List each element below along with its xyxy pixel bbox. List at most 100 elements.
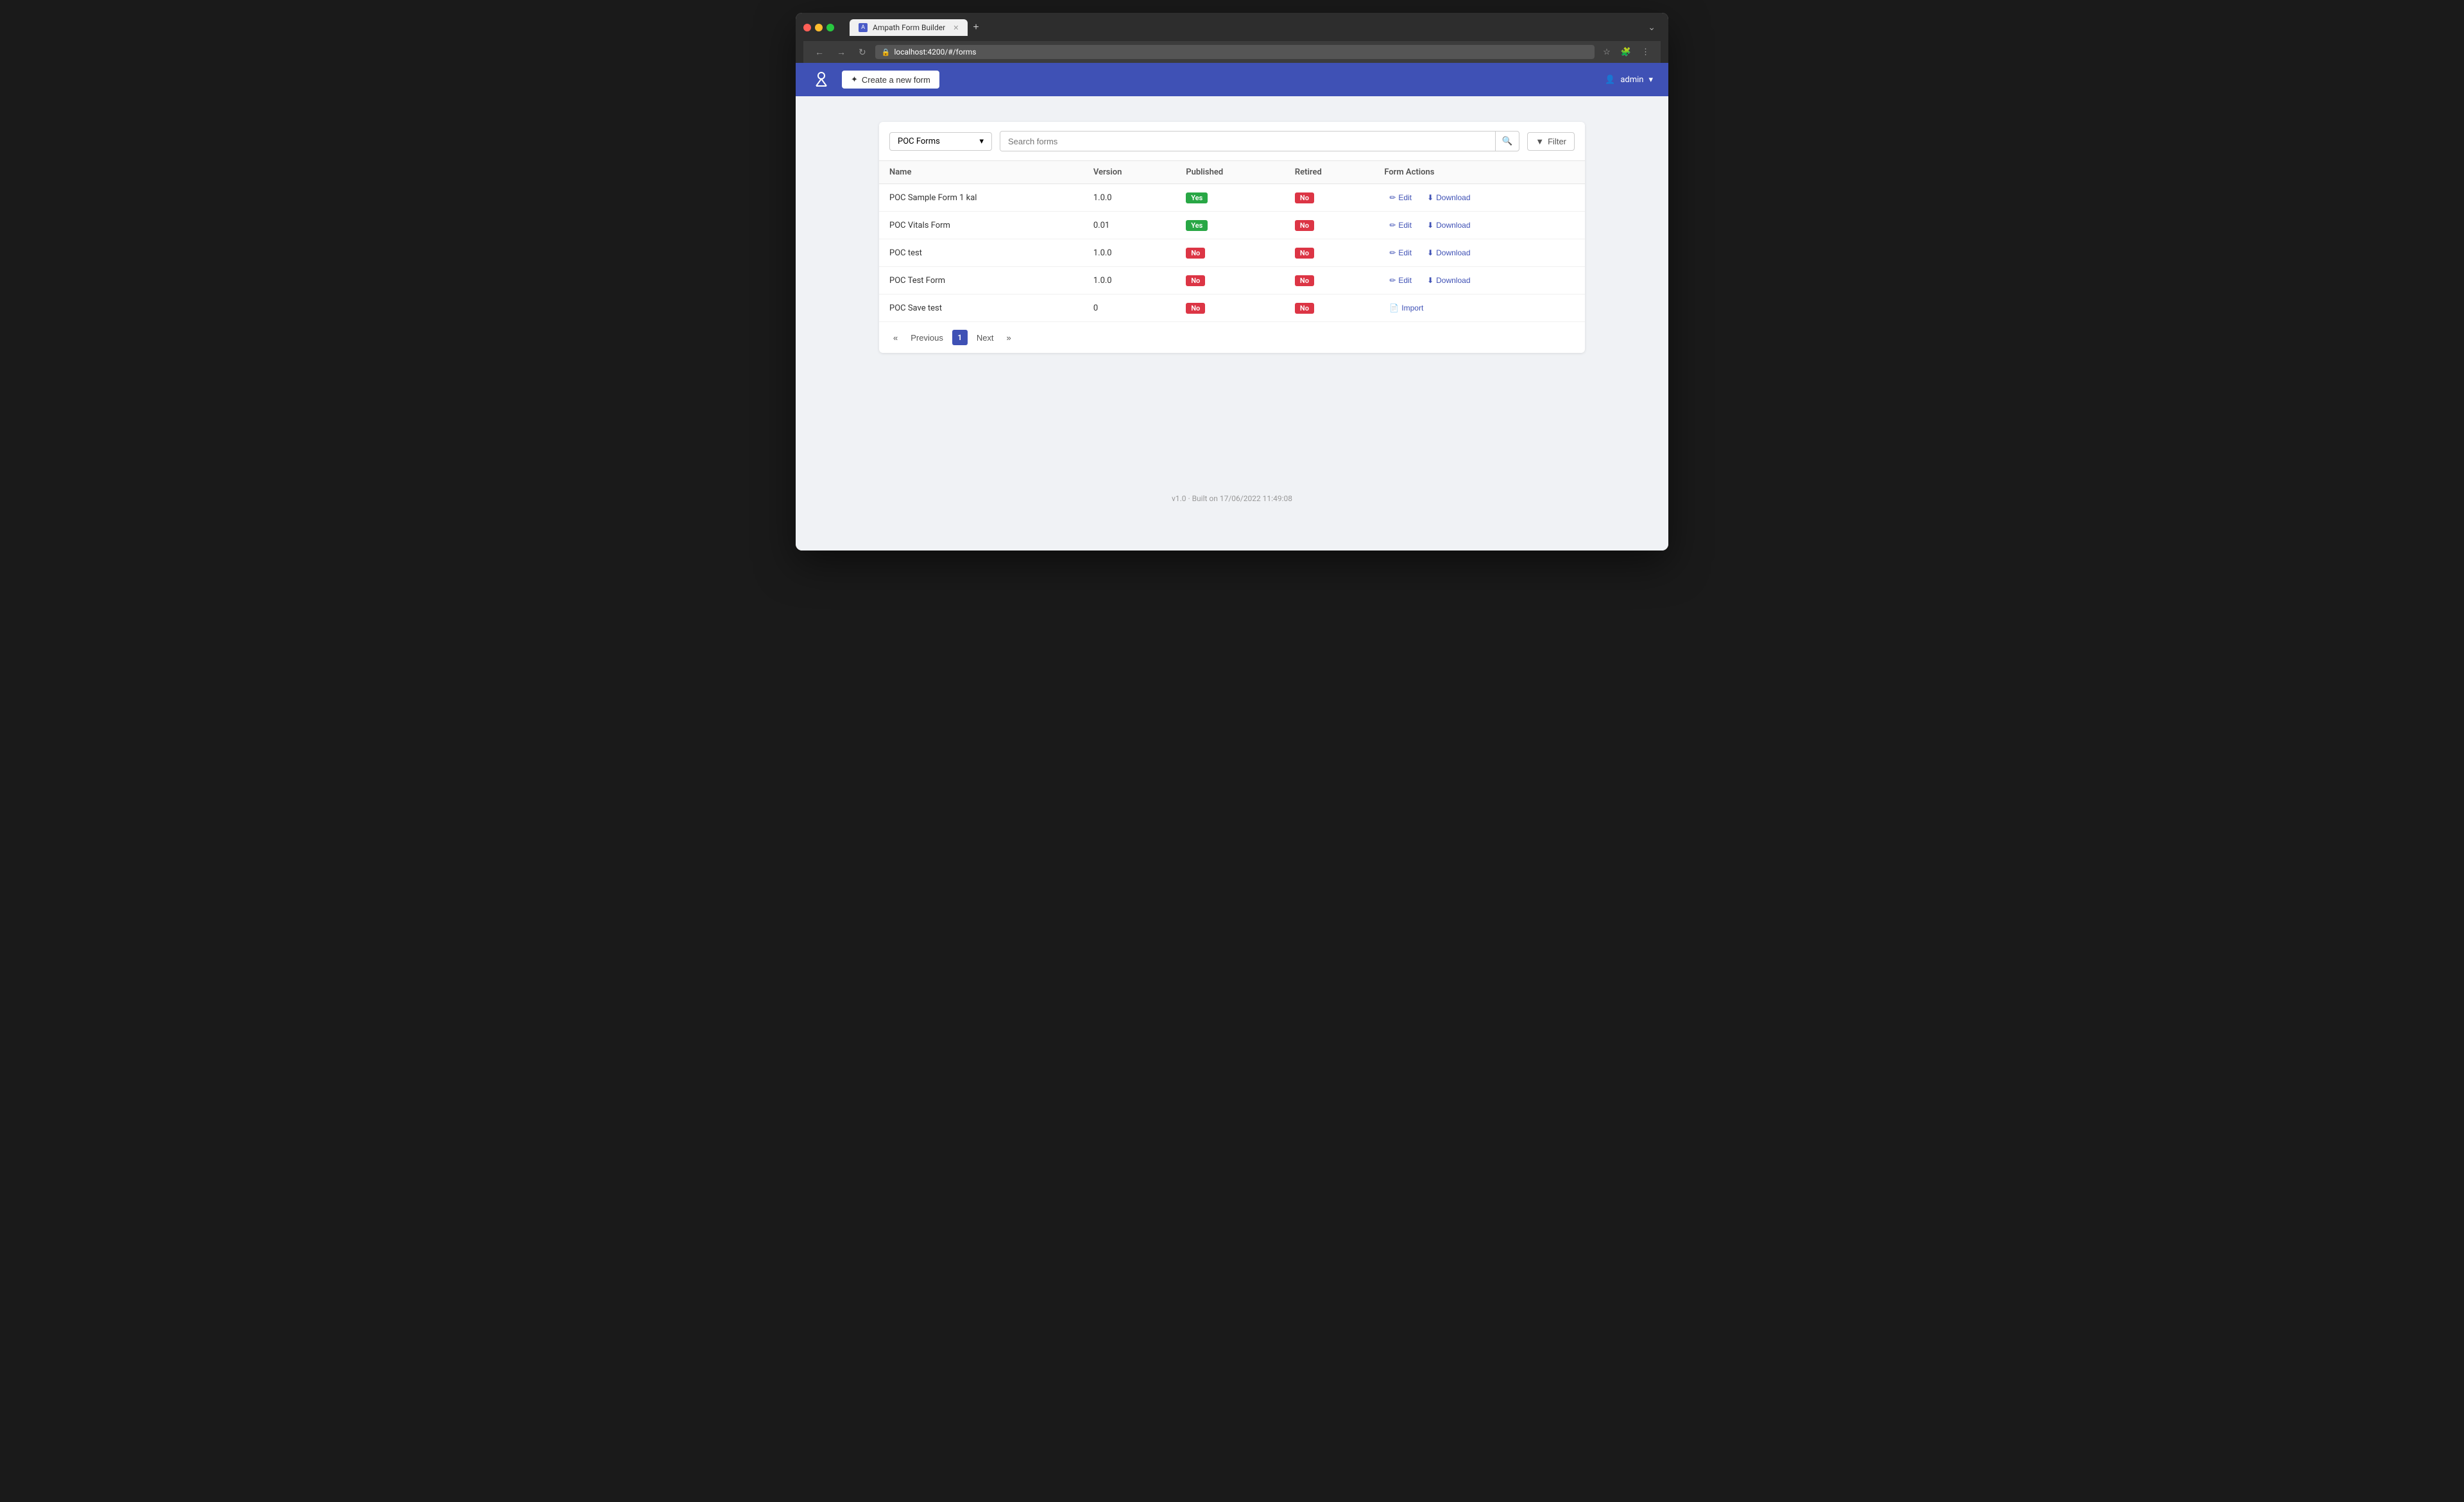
forms-type-select[interactable]: POC Forms ▾ <box>889 132 992 151</box>
version-cell: 1.0.0 <box>1083 267 1176 294</box>
edit-button[interactable]: ✏ Edit <box>1384 246 1417 260</box>
pagination: « Previous 1 Next » <box>879 321 1585 353</box>
app-logo <box>811 69 832 90</box>
current-page[interactable]: 1 <box>952 330 968 345</box>
col-version: Version <box>1083 161 1176 184</box>
published-badge: Yes <box>1186 192 1208 203</box>
name-cell: POC Vitals Form <box>879 212 1083 239</box>
forms-card: POC Forms ▾ 🔍 ▼ Filter <box>879 122 1585 353</box>
menu-button[interactable]: ⋮ <box>1638 46 1653 58</box>
retired-badge: No <box>1295 220 1314 231</box>
retired-badge: No <box>1295 275 1314 286</box>
maximize-window-button[interactable] <box>826 24 834 31</box>
col-actions: Form Actions <box>1374 161 1585 184</box>
edit-button[interactable]: ✏ Edit <box>1384 191 1417 205</box>
action-buttons: ✏ Edit ⬇ Download <box>1384 218 1575 232</box>
retired-badge: No <box>1295 248 1314 259</box>
name-cell: POC Save test <box>879 294 1083 322</box>
import-button[interactable]: 📄 Import <box>1384 301 1428 315</box>
retired-cell: No <box>1285 184 1374 212</box>
version-cell: 0.01 <box>1083 212 1176 239</box>
download-button[interactable]: ⬇ Download <box>1422 273 1475 287</box>
user-icon: 👤 <box>1605 75 1615 85</box>
published-cell: Yes <box>1176 212 1285 239</box>
retired-cell: No <box>1285 294 1374 322</box>
retired-cell: No <box>1285 239 1374 267</box>
pencil-icon: ✏ <box>1389 248 1396 257</box>
tab-close-button[interactable]: ✕ <box>953 24 959 32</box>
user-label: admin <box>1620 75 1643 85</box>
download-button[interactable]: ⬇ Download <box>1422 246 1475 260</box>
browser-window: A Ampath Form Builder ✕ + ⌄ ← → ↻ 🔒 loca… <box>796 13 1668 550</box>
actions-cell: ✏ Edit ⬇ Download <box>1374 212 1585 239</box>
url-text[interactable]: localhost:4200/#/forms <box>894 47 976 56</box>
filter-label: Filter <box>1548 137 1566 146</box>
create-form-plus-icon: ✦ <box>851 74 858 85</box>
import-icon: 📄 <box>1389 303 1399 312</box>
name-cell: POC test <box>879 239 1083 267</box>
download-button[interactable]: ⬇ Download <box>1422 218 1475 232</box>
select-arrow-icon: ▾ <box>979 137 984 146</box>
close-window-button[interactable] <box>803 24 811 31</box>
forms-table: Name Version Published Retired Form Acti… <box>879 161 1585 321</box>
table-row: POC Vitals Form 0.01 Yes No ✏ Edit ⬇ Down… <box>879 212 1585 239</box>
download-button[interactable]: ⬇ Download <box>1422 191 1475 205</box>
pencil-icon: ✏ <box>1389 193 1396 202</box>
minimize-window-button[interactable] <box>815 24 823 31</box>
new-tab-button[interactable]: + <box>968 19 984 36</box>
edit-button[interactable]: ✏ Edit <box>1384 218 1417 232</box>
action-buttons: 📄 Import <box>1384 301 1575 315</box>
next-arrow-icon: » <box>1007 333 1011 343</box>
bookmark-button[interactable]: ☆ <box>1600 46 1614 58</box>
browser-toolbar: ← → ↻ 🔒 localhost:4200/#/forms ☆ 🧩 ⋮ <box>803 41 1661 63</box>
col-published: Published <box>1176 161 1285 184</box>
table-row: POC test 1.0.0 No No ✏ Edit⬇ Download <box>879 239 1585 267</box>
published-cell: No <box>1176 239 1285 267</box>
download-icon: ⬇ <box>1427 193 1433 202</box>
filter-button[interactable]: ▼ Filter <box>1527 132 1575 151</box>
active-tab[interactable]: A Ampath Form Builder ✕ <box>850 19 968 36</box>
app-header: ✦ Create a new form 👤 admin ▾ <box>796 63 1668 96</box>
prev-arrow-icon: « <box>893 333 898 343</box>
browser-chrome: A Ampath Form Builder ✕ + ⌄ ← → ↻ 🔒 loca… <box>796 13 1668 63</box>
actions-cell: ✏ Edit ⬇ Download <box>1374 184 1585 212</box>
search-button[interactable]: 🔍 <box>1495 132 1519 151</box>
create-new-form-button[interactable]: ✦ Create a new form <box>842 71 939 89</box>
table-header: Name Version Published Retired Form Acti… <box>879 161 1585 184</box>
extensions-button[interactable]: 🧩 <box>1618 46 1634 58</box>
pencil-icon: ✏ <box>1389 221 1396 230</box>
table-body: POC Sample Form 1 kal 1.0.0 Yes No ✏ Edi… <box>879 184 1585 322</box>
address-bar: 🔒 localhost:4200/#/forms <box>875 45 1595 59</box>
filter-icon: ▼ <box>1536 137 1544 146</box>
version-text: v1.0 · Built on 17/06/2022 11:49:08 <box>1172 494 1292 503</box>
next-arrow-button[interactable]: » <box>1003 332 1015 344</box>
forms-type-label: POC Forms <box>898 137 940 146</box>
create-form-label: Create a new form <box>862 75 930 85</box>
name-cell: POC Sample Form 1 kal <box>879 184 1083 212</box>
back-button[interactable]: ← <box>811 46 828 58</box>
table-row: POC Save test 0 No No 📄 Import <box>879 294 1585 322</box>
next-button[interactable]: Next <box>973 332 998 344</box>
app-footer: v1.0 · Built on 17/06/2022 11:49:08 <box>811 481 1653 516</box>
header-left: ✦ Create a new form <box>811 69 939 90</box>
tab-title: Ampath Form Builder <box>873 23 945 32</box>
retired-badge: No <box>1295 192 1314 203</box>
version-cell: 0 <box>1083 294 1176 322</box>
download-icon: ⬇ <box>1427 248 1433 257</box>
table-header-row: Name Version Published Retired Form Acti… <box>879 161 1585 184</box>
lock-icon: 🔒 <box>882 48 891 56</box>
edit-button[interactable]: ✏ Edit <box>1384 273 1417 287</box>
published-badge: No <box>1186 275 1205 286</box>
col-retired: Retired <box>1285 161 1374 184</box>
user-menu[interactable]: 👤 admin ▾ <box>1605 75 1653 85</box>
previous-button[interactable]: Previous <box>907 332 947 344</box>
download-icon: ⬇ <box>1427 221 1433 230</box>
forward-button[interactable]: → <box>833 46 850 58</box>
prev-arrow-button[interactable]: « <box>889 332 902 344</box>
table-row: POC Test Form 1.0.0 No No ✏ Edit⬇ Downlo… <box>879 267 1585 294</box>
search-input[interactable] <box>1000 132 1495 151</box>
published-badge: No <box>1186 248 1205 259</box>
reload-button[interactable]: ↻ <box>855 46 870 59</box>
table-row: POC Sample Form 1 kal 1.0.0 Yes No ✏ Edi… <box>879 184 1585 212</box>
download-icon: ⬇ <box>1427 276 1433 285</box>
